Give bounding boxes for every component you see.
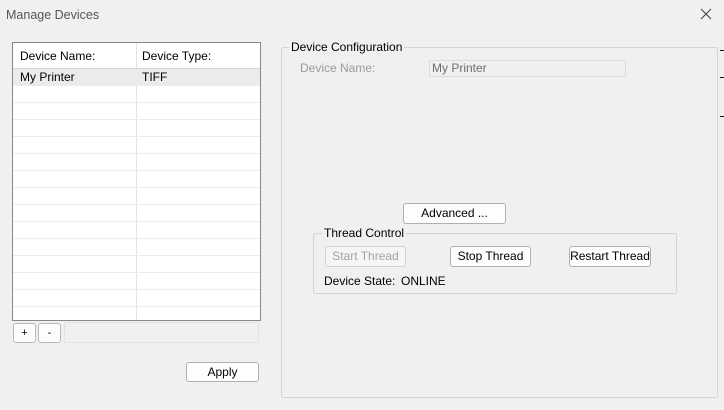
empty-row [13,205,260,222]
device-name-field[interactable]: My Printer [429,60,626,77]
empty-row [13,290,260,307]
restart-thread-button[interactable]: Restart Thread [569,246,651,267]
list-status-field [64,322,259,343]
start-thread-button[interactable]: Start Thread [325,246,406,267]
column-header-device-type[interactable]: Device Type: [142,49,211,63]
empty-row [13,256,260,273]
column-header-device-name[interactable]: Device Name: [20,49,95,63]
close-button[interactable] [696,6,716,24]
add-device-button[interactable]: + [13,323,36,343]
empty-row [13,188,260,205]
empty-row [13,171,260,188]
background-window-edge [720,116,724,117]
empty-row [13,103,260,120]
device-configuration-label: Device Configuration [289,40,405,54]
window-title: Manage Devices [6,8,100,22]
device-name-cell: My Printer [20,70,75,84]
close-icon [700,8,712,20]
device-state-label: Device State: [324,274,396,288]
empty-row [13,154,260,171]
empty-row [13,239,260,256]
advanced-button[interactable]: Advanced ... [403,203,506,224]
list-item[interactable]: My Printer TIFF [13,69,260,86]
device-type-cell: TIFF [142,70,168,84]
list-header: Device Name: Device Type: [13,43,260,69]
background-window-edge [720,50,724,51]
thread-control-label: Thread Control [322,226,407,240]
empty-row [13,273,260,290]
device-name-label: Device Name: [300,61,376,75]
remove-device-button[interactable]: - [38,323,61,343]
empty-row [13,137,260,154]
title-bar: Manage Devices [0,0,724,30]
empty-row [13,86,260,103]
device-list[interactable]: Device Name: Device Type: My Printer TIF… [12,42,261,321]
empty-row [13,120,260,137]
apply-button[interactable]: Apply [186,362,259,382]
stop-thread-button[interactable]: Stop Thread [450,246,531,267]
background-window-edge [720,77,724,78]
device-state-value: ONLINE [401,274,446,288]
empty-row [13,222,260,239]
